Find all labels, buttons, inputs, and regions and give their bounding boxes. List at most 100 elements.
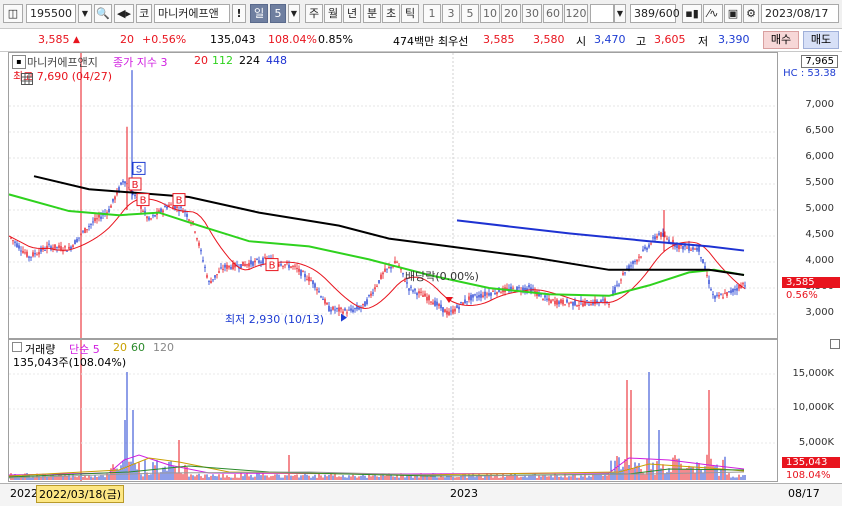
candle-body [452,309,454,314]
volume-collapse-icon[interactable] [12,342,22,352]
candle-body [142,210,144,212]
indicator-icon[interactable]: ⁄∿ [703,4,723,23]
candle-body [256,258,258,260]
interval-20-button[interactable]: 20 [501,4,521,23]
candle-body [444,309,446,313]
interval-10-button[interactable]: 10 [480,4,500,23]
volume-ma20-legend[interactable]: 20 [113,341,127,354]
candle-body [464,299,466,304]
candle-body [736,288,738,291]
candle-body [742,283,744,285]
candle-body [686,247,688,249]
interval-3-button[interactable]: 3 [442,4,460,23]
volume-tick: 15,000K [792,368,834,379]
candle-body [82,231,84,233]
candle-body [120,182,122,185]
candle-body [482,295,484,298]
candle-body [650,243,652,245]
candle-body [466,301,468,303]
grid-icon-glyph [21,73,33,85]
ma224-legend[interactable]: 224 [239,54,260,67]
candle-body [114,196,116,200]
candle-body [310,280,312,282]
period-value-field[interactable]: 5 [270,4,286,23]
candle-body [460,302,462,304]
collapse-icon[interactable]: ▪ [12,55,26,69]
candle-body [364,301,366,307]
candle-body [618,284,620,286]
dividend-note: 배당락(0.00%) [405,270,479,283]
candle-body [146,216,148,219]
candle-body [738,284,740,289]
candle-body [594,299,596,305]
period-day-button[interactable]: 일 [250,4,268,23]
buy-signal-text: B [140,196,147,207]
custom-interval-input[interactable] [590,4,614,23]
up-arrow-icon: ▲ [73,35,80,45]
volume-pct-tag: 108.04% [786,470,831,481]
price-chart-panel[interactable]: SBBBB ▪ 마니커에프앤지 종가 지수 3 20 112 224 448 최… [8,52,778,339]
data-count-field[interactable]: 389/600 [630,4,680,23]
ma448-legend[interactable]: 448 [266,54,287,67]
x-axis-end-date: 08/17 [788,487,820,500]
candle-body [494,293,496,295]
period-minute-button[interactable]: 분 [363,4,381,23]
volume-ma120-legend[interactable]: 120 [153,341,174,354]
candle-body [576,305,578,307]
buy-button[interactable]: 매수 [763,31,799,49]
candle-body [64,246,66,248]
candle-body [600,300,602,303]
sound-icon[interactable]: ◀▸ [114,4,134,23]
price-tick: 6,000 [805,151,834,162]
interval-5-button[interactable]: 5 [461,4,479,23]
candle-body [656,236,658,239]
gear-icon[interactable]: ⚙ [743,4,759,23]
save-icon[interactable]: ▣ [724,4,742,23]
code-dropdown-icon[interactable]: ▼ [78,4,92,23]
candle-body [410,286,412,288]
candle-body [362,303,364,306]
date-field[interactable]: 2023/08/17 [761,4,839,23]
close-index-legend[interactable]: 종가 지수 3 [113,54,167,70]
interval-30-button[interactable]: 30 [522,4,542,23]
candle-body [590,304,592,306]
price-chart[interactable]: SBB BB [9,53,778,339]
ma20-legend[interactable]: 20 [194,54,208,67]
warning-icon[interactable]: ! [232,4,246,23]
interval-1-button[interactable]: 1 [423,4,441,23]
candle-body [90,223,92,225]
interval-60-button[interactable]: 60 [543,4,563,23]
search-icon[interactable]: 🔍 [94,4,112,23]
candle-body [206,275,208,278]
sell-button[interactable]: 매도 [803,31,839,49]
candle-body [170,204,172,206]
candle-type-icon[interactable]: ▪▮ [682,4,702,23]
period-month-button[interactable]: 월 [324,4,342,23]
stock-code-input[interactable]: 195500 [26,4,76,23]
stock-name-field[interactable]: 마니커에프앤 [154,4,230,23]
period-week-button[interactable]: 주 [305,4,323,23]
candle-body [442,307,444,313]
candle-body [84,227,86,233]
chart-settings-icon[interactable]: ◫ [3,4,23,23]
interval-dropdown-icon[interactable]: ▼ [614,4,626,23]
candle-body [660,232,662,237]
candle-body [566,299,568,303]
period-dropdown-icon[interactable]: ▼ [288,4,300,23]
bid-price: 3,580 [533,33,565,46]
candle-body [396,261,398,263]
volume-ma60-legend[interactable]: 60 [131,341,145,354]
candle-body [478,294,480,298]
period-year-button[interactable]: 년 [343,4,361,23]
candle-body [26,251,28,257]
period-tick-button[interactable]: 틱 [401,4,419,23]
candle-body [418,291,420,294]
volume-ratio: 108.04% [268,33,317,46]
period-second-button[interactable]: 초 [382,4,400,23]
volume-chart-panel[interactable]: 거래량 단순 5 20 60 120 135,043주(108.04%) [8,339,778,482]
interval-120-button[interactable]: 120 [564,4,588,23]
toolbar: ◫ 195500 ▼ 🔍 ◀▸ 코 마니커에프앤 ! 일 5 ▼ 주 월 년 분… [0,0,842,29]
ma112-legend[interactable]: 112 [212,54,233,67]
volume-expand-icon[interactable] [830,339,840,349]
grid-icon[interactable] [21,73,33,85]
